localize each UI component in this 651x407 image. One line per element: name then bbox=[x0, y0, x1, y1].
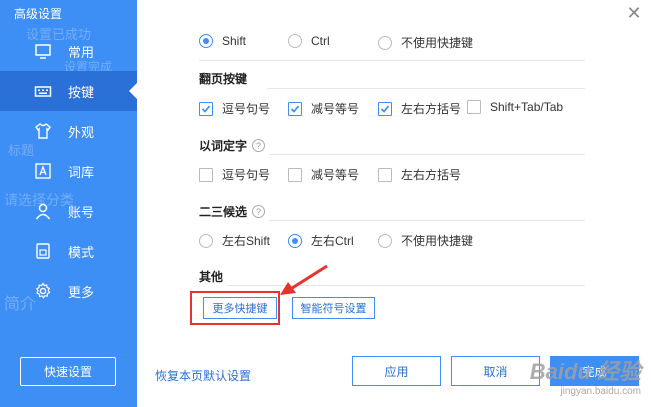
page-turn-comma-period[interactable]: 逗号句号 bbox=[199, 100, 270, 117]
sidebar-item-account[interactable]: 账号 bbox=[0, 191, 137, 231]
checkbox[interactable] bbox=[378, 167, 392, 182]
sidebar-item-label: 词库 bbox=[68, 164, 95, 180]
window-title: 高级设置 bbox=[14, 7, 63, 21]
sidebar-item-label: 更多 bbox=[68, 284, 95, 300]
sidebar-item-mode[interactable]: 模式 bbox=[0, 231, 137, 271]
option-label: 左右Ctrl bbox=[311, 234, 354, 248]
second-third-none[interactable]: 不使用快捷键 bbox=[378, 232, 473, 249]
section-title-word-select: 以词定字 ? bbox=[199, 137, 266, 154]
divider bbox=[269, 154, 585, 155]
letter-a-icon bbox=[34, 162, 52, 180]
word-select-minus-equal[interactable]: 减号等号 bbox=[288, 166, 359, 183]
active-caret bbox=[129, 83, 137, 99]
more-shortcuts-button[interactable]: 更多快捷键 bbox=[203, 297, 277, 319]
option-label: Shift bbox=[222, 34, 247, 48]
sidebar-item-label: 常用 bbox=[68, 44, 95, 60]
check-icon bbox=[290, 104, 300, 113]
divider bbox=[267, 88, 585, 89]
checkbox[interactable] bbox=[288, 167, 302, 182]
shift-option-shift[interactable]: Shift bbox=[199, 34, 246, 48]
option-label: 逗号句号 bbox=[222, 102, 271, 116]
second-third-shift[interactable]: 左右Shift bbox=[199, 232, 270, 249]
option-label: 不使用快捷键 bbox=[401, 36, 474, 50]
sidebar-item-label: 按键 bbox=[68, 84, 95, 100]
option-label: 左右方括号 bbox=[401, 168, 462, 182]
divider bbox=[227, 285, 585, 286]
option-label: 左右Shift bbox=[222, 234, 271, 248]
watermark-url: jingyan.baidu.com bbox=[560, 386, 641, 397]
option-label: 左右方括号 bbox=[401, 102, 462, 116]
cancel-button[interactable]: 取消 bbox=[451, 356, 540, 386]
section-title-text: 翻页按键 bbox=[199, 72, 248, 86]
checkbox[interactable] bbox=[199, 167, 213, 182]
smart-symbol-settings-button[interactable]: 智能符号设置 bbox=[292, 297, 375, 319]
done-button[interactable]: 完成 bbox=[550, 356, 639, 386]
section-title-text: 以词定字 bbox=[199, 139, 248, 153]
help-icon[interactable]: ? bbox=[252, 139, 266, 152]
mode-icon bbox=[34, 242, 52, 260]
user-icon bbox=[34, 202, 52, 220]
second-third-ctrl[interactable]: 左右Ctrl bbox=[288, 232, 354, 249]
radio-button[interactable] bbox=[199, 233, 213, 248]
sidebar-item-more[interactable]: 更多 bbox=[0, 271, 137, 311]
gear-icon bbox=[34, 282, 52, 300]
section-title-other: 其他 bbox=[199, 268, 223, 285]
page-turn-minus-equal[interactable]: 减号等号 bbox=[288, 100, 359, 117]
annotation-arrow bbox=[280, 264, 328, 295]
check-icon bbox=[380, 104, 390, 113]
main-panel: ✕ Shift Ctrl 不使用快捷键 翻页按键 逗号句号 减号等号 左右方括号… bbox=[137, 0, 651, 407]
section-title-second-third: 二三候选 ? bbox=[199, 203, 266, 220]
radio-button[interactable] bbox=[288, 233, 302, 248]
shift-option-ctrl[interactable]: Ctrl bbox=[288, 34, 330, 48]
sidebar-item-label: 外观 bbox=[68, 124, 95, 140]
option-label: 不使用快捷键 bbox=[401, 234, 474, 248]
keyboard-icon bbox=[34, 82, 52, 100]
option-label: 减号等号 bbox=[311, 168, 360, 182]
option-label: Shift+Tab/Tab bbox=[490, 100, 564, 114]
sidebar-item-appearance[interactable]: 外观 bbox=[0, 111, 137, 151]
checkbox[interactable] bbox=[378, 101, 392, 116]
checkbox[interactable] bbox=[199, 101, 213, 116]
section-title-text: 其他 bbox=[199, 270, 224, 284]
word-select-brackets[interactable]: 左右方括号 bbox=[378, 166, 461, 183]
option-label: Ctrl bbox=[311, 34, 330, 48]
word-select-comma-period[interactable]: 逗号句号 bbox=[199, 166, 270, 183]
sidebar: 设置已成功 设置完成 标题 请选择分类 简介 高级设置 常用 按键 外观 词库 … bbox=[0, 0, 137, 407]
divider bbox=[199, 60, 585, 61]
scrollbar[interactable] bbox=[641, 10, 649, 350]
sidebar-item-keys[interactable]: 按键 bbox=[0, 71, 137, 111]
page-turn-brackets[interactable]: 左右方括号 bbox=[378, 100, 461, 117]
sidebar-item-label: 账号 bbox=[68, 204, 95, 220]
sidebar-item-lexicon[interactable]: 词库 bbox=[0, 151, 137, 191]
check-icon bbox=[201, 104, 211, 113]
shirt-icon bbox=[34, 122, 52, 140]
shift-option-none[interactable]: 不使用快捷键 bbox=[378, 34, 473, 51]
divider bbox=[269, 220, 585, 221]
option-label: 减号等号 bbox=[311, 102, 360, 116]
radio-button[interactable] bbox=[199, 34, 213, 48]
radio-button[interactable] bbox=[378, 233, 392, 248]
checkbox[interactable] bbox=[288, 101, 302, 116]
help-icon[interactable]: ? bbox=[252, 205, 266, 218]
apply-button[interactable]: 应用 bbox=[352, 356, 441, 386]
sidebar-item-label: 模式 bbox=[68, 244, 95, 260]
radio-button[interactable] bbox=[288, 34, 302, 48]
section-title-text: 二三候选 bbox=[199, 205, 248, 219]
page-turn-shift-tab[interactable]: Shift+Tab/Tab bbox=[467, 100, 563, 114]
quick-settings-button[interactable]: 快速设置 bbox=[20, 357, 116, 386]
option-label: 逗号句号 bbox=[222, 168, 271, 182]
radio-button[interactable] bbox=[378, 35, 392, 50]
sidebar-item-common[interactable]: 常用 bbox=[0, 31, 137, 71]
checkbox[interactable] bbox=[467, 100, 481, 114]
section-title-page-turn: 翻页按键 bbox=[199, 70, 247, 87]
monitor-icon bbox=[34, 42, 52, 60]
restore-default-link[interactable]: 恢复本页默认设置 bbox=[155, 367, 251, 384]
